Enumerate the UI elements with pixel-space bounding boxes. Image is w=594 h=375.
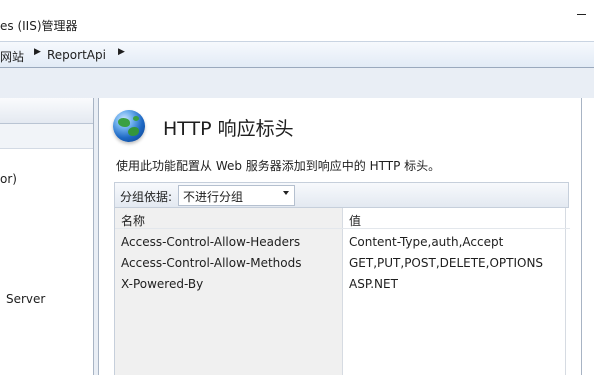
- group-by-bar: 分组依据: 不进行分组: [114, 182, 569, 208]
- feature-description: 使用此功能配置从 Web 服务器添加到响应中的 HTTP 标头。: [116, 159, 441, 173]
- header-separator: [115, 228, 570, 229]
- connections-pane: or) Server: [0, 98, 94, 375]
- breadcrumb-item-reportapi[interactable]: ReportApi: [47, 48, 106, 62]
- tree-item[interactable]: or): [0, 172, 17, 186]
- table-row-value[interactable]: GET,PUT,POST,DELETE,OPTIONS: [349, 256, 543, 270]
- chevron-down-icon[interactable]: [283, 191, 289, 195]
- feature-pane: HTTP 响应标头 使用此功能配置从 Web 服务器添加到响应中的 HTTP 标…: [98, 98, 582, 375]
- connections-header: [0, 98, 93, 124]
- tree-item[interactable]: Server: [6, 292, 45, 306]
- table-row-name[interactable]: Access-Control-Allow-Methods: [121, 256, 301, 270]
- title-bar: es (IIS)管理器: [0, 0, 594, 41]
- page-title: HTTP 响应标头: [163, 118, 294, 140]
- minimize-button[interactable]: [574, 0, 588, 22]
- name-column-background: [115, 208, 342, 375]
- window-title: es (IIS)管理器: [0, 19, 78, 33]
- column-header-value[interactable]: 值: [349, 212, 361, 229]
- table-row-name[interactable]: Access-Control-Allow-Headers: [121, 235, 300, 249]
- globe-icon: [113, 110, 145, 142]
- table-row-name[interactable]: X-Powered-By: [121, 277, 203, 291]
- group-by-label: 分组依据:: [120, 190, 173, 204]
- column-divider[interactable]: [565, 208, 566, 375]
- breadcrumb-item-sites[interactable]: 网站: [0, 48, 24, 65]
- group-by-value: 不进行分组: [183, 190, 244, 204]
- breadcrumb-separator-icon[interactable]: ▶: [118, 47, 125, 57]
- toolbar-strip: [0, 68, 594, 98]
- group-by-dropdown[interactable]: 不进行分组: [178, 185, 295, 206]
- connections-toolbar: [0, 124, 93, 149]
- column-divider[interactable]: [342, 208, 343, 375]
- table-row-value[interactable]: Content-Type,auth,Accept: [349, 235, 503, 249]
- breadcrumb-separator-icon[interactable]: ▶: [34, 47, 41, 57]
- breadcrumb: 网站 ▶ ReportApi ▶: [0, 41, 594, 68]
- headers-table: 名称 值 Access-Control-Allow-Headers Conten…: [114, 208, 570, 375]
- table-row-value[interactable]: ASP.NET: [349, 277, 398, 291]
- column-header-name[interactable]: 名称: [121, 212, 145, 229]
